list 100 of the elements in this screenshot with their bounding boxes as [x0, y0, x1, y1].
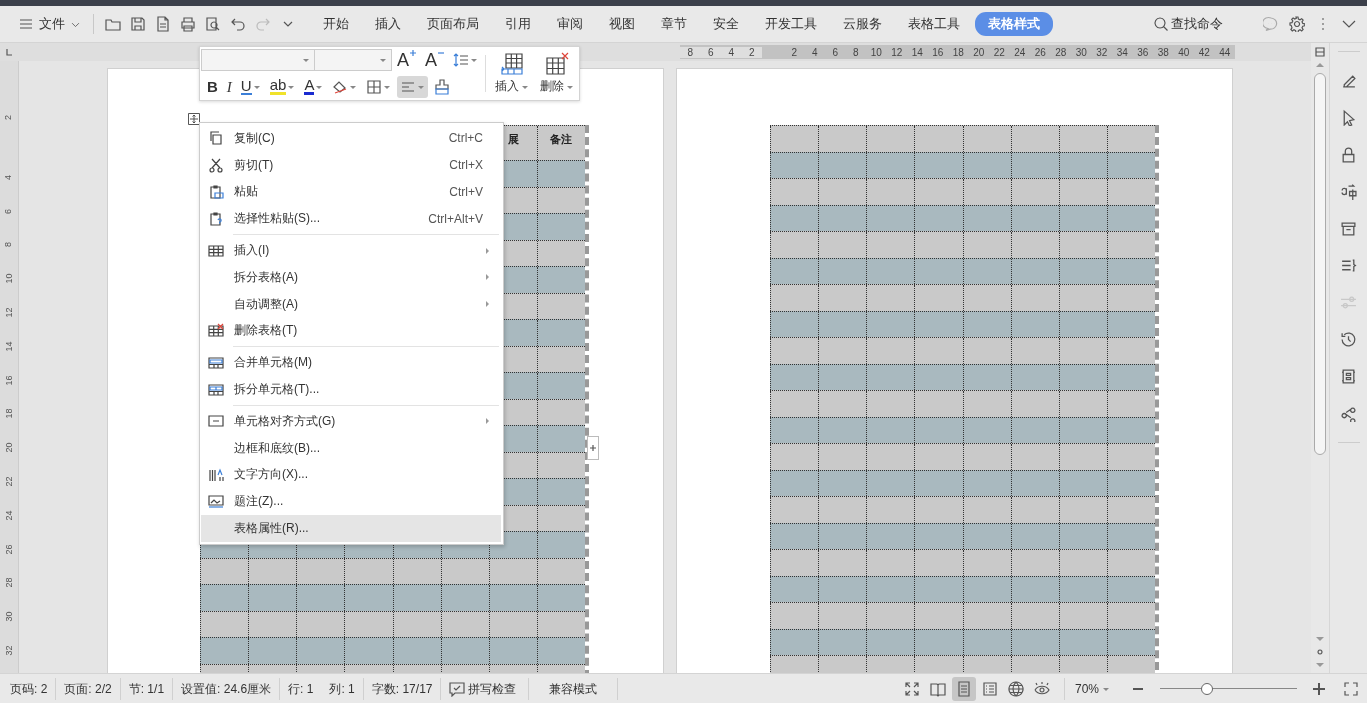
text-direction-icon: [208, 466, 224, 483]
book-icon: [929, 680, 946, 697]
eye-icon: [1033, 680, 1050, 697]
search-command-button[interactable]: 查找命令: [1153, 15, 1223, 33]
font-size-field[interactable]: [314, 49, 392, 72]
ribbon-tab[interactable]: 视图: [596, 12, 648, 36]
fullscreen-icon: [903, 680, 920, 697]
ribbon-tab[interactable]: 开发工具: [752, 12, 830, 36]
ruler-number: 8: [4, 242, 14, 248]
scroll-down-arrow[interactable]: [1316, 637, 1324, 641]
folder-icon: [104, 16, 121, 32]
ruler-number: 22: [4, 476, 14, 487]
list-bracket-icon[interactable]: [1340, 257, 1357, 274]
format-button[interactable]: ab: [266, 75, 299, 98]
ribbon-tab[interactable]: 表格工具: [895, 12, 973, 36]
menu-item[interactable]: 粘贴 Ctrl+V: [201, 178, 501, 206]
undo-icon: [229, 16, 246, 32]
ruler-number: 20: [4, 442, 14, 453]
format-button[interactable]: A: [301, 75, 327, 98]
ruler-number: 18: [4, 408, 14, 419]
ruler-number: 30: [4, 611, 14, 622]
caret-icon: [379, 56, 387, 65]
tab-stop-icon[interactable]: [5, 48, 13, 56]
menu-item[interactable]: 文字方向(X)...: [201, 461, 501, 489]
ruler-number: 2: [741, 46, 762, 58]
ribbon-tab[interactable]: 插入: [362, 12, 414, 36]
ruler-toggle-icon[interactable]: [1315, 47, 1325, 57]
archive-icon[interactable]: [1340, 220, 1357, 237]
ribbon-tab[interactable]: 章节: [648, 12, 700, 36]
translate-icon[interactable]: [1340, 183, 1357, 200]
menu-item[interactable]: 复制(C) Ctrl+C: [201, 125, 501, 152]
menu-item[interactable]: 表格属性(R)...: [201, 515, 501, 542]
ribbon-tab[interactable]: 安全: [700, 12, 752, 36]
menu-item[interactable]: 插入(I): [201, 237, 501, 264]
menu-item[interactable]: 选择性粘贴(S)... Ctrl+Alt+V: [201, 205, 501, 233]
compat-mode-text: 兼容模式: [529, 677, 619, 700]
shrink-font-button[interactable]: A: [422, 49, 449, 72]
menu-item[interactable]: 自动调整(A): [201, 290, 501, 318]
ribbon-tab[interactable]: 审阅: [544, 12, 596, 36]
brush-icon: [434, 78, 451, 95]
page-icon: [955, 680, 972, 697]
format-button[interactable]: B: [204, 75, 221, 98]
history-icon[interactable]: [1340, 331, 1357, 348]
view-button[interactable]: [951, 676, 976, 701]
scroll-down-arrow[interactable]: [1316, 663, 1324, 667]
ruler-number: 26: [4, 544, 14, 555]
table-icon: [208, 242, 224, 259]
table-delete-icon: [544, 52, 569, 76]
column-header: 备注: [550, 132, 573, 147]
ruler-number: 10: [4, 273, 14, 284]
document-frame-icon[interactable]: [1340, 368, 1357, 385]
ruler-number: 12: [4, 307, 14, 318]
ribbon-tab[interactable]: 引用: [492, 12, 544, 36]
file-menu[interactable]: 文件: [14, 12, 85, 36]
lock-icon[interactable]: [1340, 146, 1357, 163]
table-move-handle-icon[interactable]: [188, 113, 200, 125]
menu-item[interactable]: 删除表格(T): [201, 317, 501, 345]
menu-item[interactable]: 合并单元格(M): [201, 349, 501, 377]
ribbon-tab[interactable]: 页面布局: [414, 12, 492, 36]
status-text: 字数: 17/17: [363, 677, 442, 700]
spell-check-button[interactable]: 拼写检查: [441, 677, 530, 700]
font-name-field[interactable]: [201, 49, 315, 72]
align-button[interactable]: [397, 75, 429, 98]
table-delete-icon: [208, 322, 224, 339]
scroll-up-arrow[interactable]: [1316, 63, 1324, 67]
grow-font-button[interactable]: A: [394, 49, 420, 72]
slider-thumb[interactable]: [1200, 682, 1213, 695]
menu-item[interactable]: 题注(Z)...: [201, 488, 501, 516]
ruler-number: 28: [4, 577, 14, 588]
menu-item[interactable]: 拆分单元格(T)...: [201, 376, 501, 403]
menu-item[interactable]: 拆分表格(A): [201, 264, 501, 291]
menu-item[interactable]: 单元格对齐方式(G): [201, 407, 501, 435]
outline-icon: [981, 680, 998, 697]
vertical-scrollbar[interactable]: [1311, 43, 1329, 673]
line-spacing-icon: [453, 52, 470, 69]
copy-icon: [208, 130, 224, 147]
settings-icon[interactable]: [1289, 16, 1305, 32]
plus-icon: [589, 444, 597, 452]
format-button[interactable]: U: [237, 75, 264, 98]
ribbon-tab[interactable]: 开始: [310, 12, 362, 36]
scissors-icon: [208, 157, 224, 174]
format-button[interactable]: I: [223, 75, 235, 98]
share-icon[interactable]: [1340, 405, 1357, 422]
pdf-icon: [154, 16, 171, 32]
menu-item[interactable]: 边框和底纹(B)...: [201, 434, 501, 462]
ribbon-tab[interactable]: 云服务: [830, 12, 895, 36]
fit-window-icon[interactable]: [1343, 680, 1359, 697]
zoom-dropdown[interactable]: 70%: [1074, 681, 1110, 696]
status-text: 列: 1: [321, 677, 364, 700]
ruler-number: 2: [4, 115, 14, 120]
table-tool-button[interactable]: 插入: [490, 47, 535, 100]
scroll-thumb[interactable]: [1314, 73, 1326, 455]
table-tool-button[interactable]: 删除: [534, 47, 579, 100]
ruler-number: 4: [721, 46, 742, 58]
clipboard-question-icon: [208, 210, 224, 227]
add-column-button[interactable]: [587, 436, 599, 460]
sliders-icon[interactable]: [1340, 294, 1357, 311]
ruler-number: 32: [4, 645, 14, 656]
menu-item[interactable]: 剪切(T) Ctrl+X: [201, 151, 501, 179]
plus-icon[interactable]: [1311, 680, 1327, 697]
